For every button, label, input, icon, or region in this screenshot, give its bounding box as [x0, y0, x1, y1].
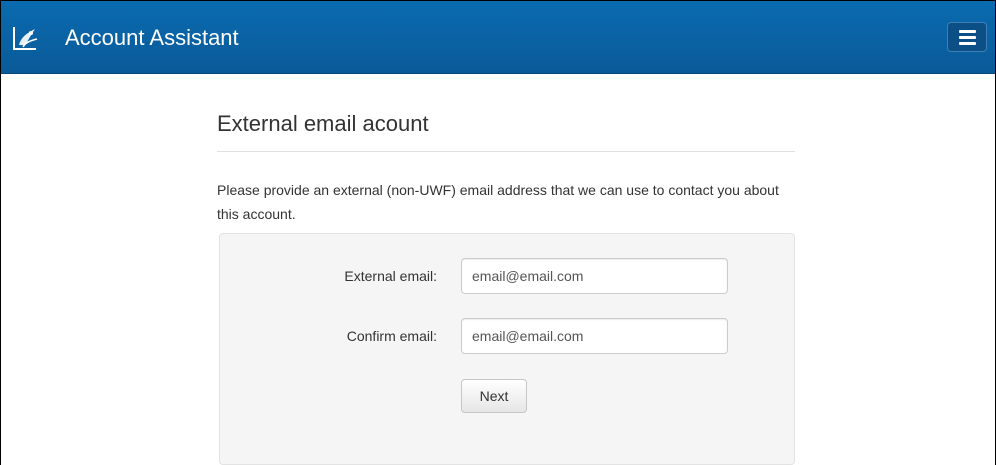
intro-text: Please provide an external (non-UWF) ema… [217, 182, 779, 222]
external-email-label: External email: [344, 268, 437, 284]
hamburger-menu-icon-bar [959, 42, 976, 45]
title-divider [217, 151, 795, 152]
app-window: Account Assistant External email acount … [0, 0, 996, 465]
confirm-email-field[interactable] [461, 318, 728, 354]
confirm-email-label: Confirm email: [346, 328, 437, 344]
app-title: Account Assistant [65, 25, 239, 50]
menu-toggle-button[interactable] [947, 22, 987, 52]
external-email-field[interactable] [461, 258, 728, 294]
hamburger-menu-icon-bar [959, 36, 976, 39]
external-email-row: External email: [220, 258, 794, 294]
confirm-email-row: Confirm email: [220, 318, 794, 354]
main-content: External email acount Please provide an … [217, 73, 795, 465]
uwf-argo-logo-icon [11, 23, 41, 53]
top-navbar: Account Assistant [1, 1, 995, 74]
next-button[interactable]: Next [461, 379, 527, 413]
brand[interactable]: Account Assistant [11, 23, 239, 53]
email-form-panel: External email: Confirm email: Next [219, 233, 795, 465]
hamburger-menu-icon [959, 30, 976, 33]
page-title: External email acount [217, 111, 429, 136]
